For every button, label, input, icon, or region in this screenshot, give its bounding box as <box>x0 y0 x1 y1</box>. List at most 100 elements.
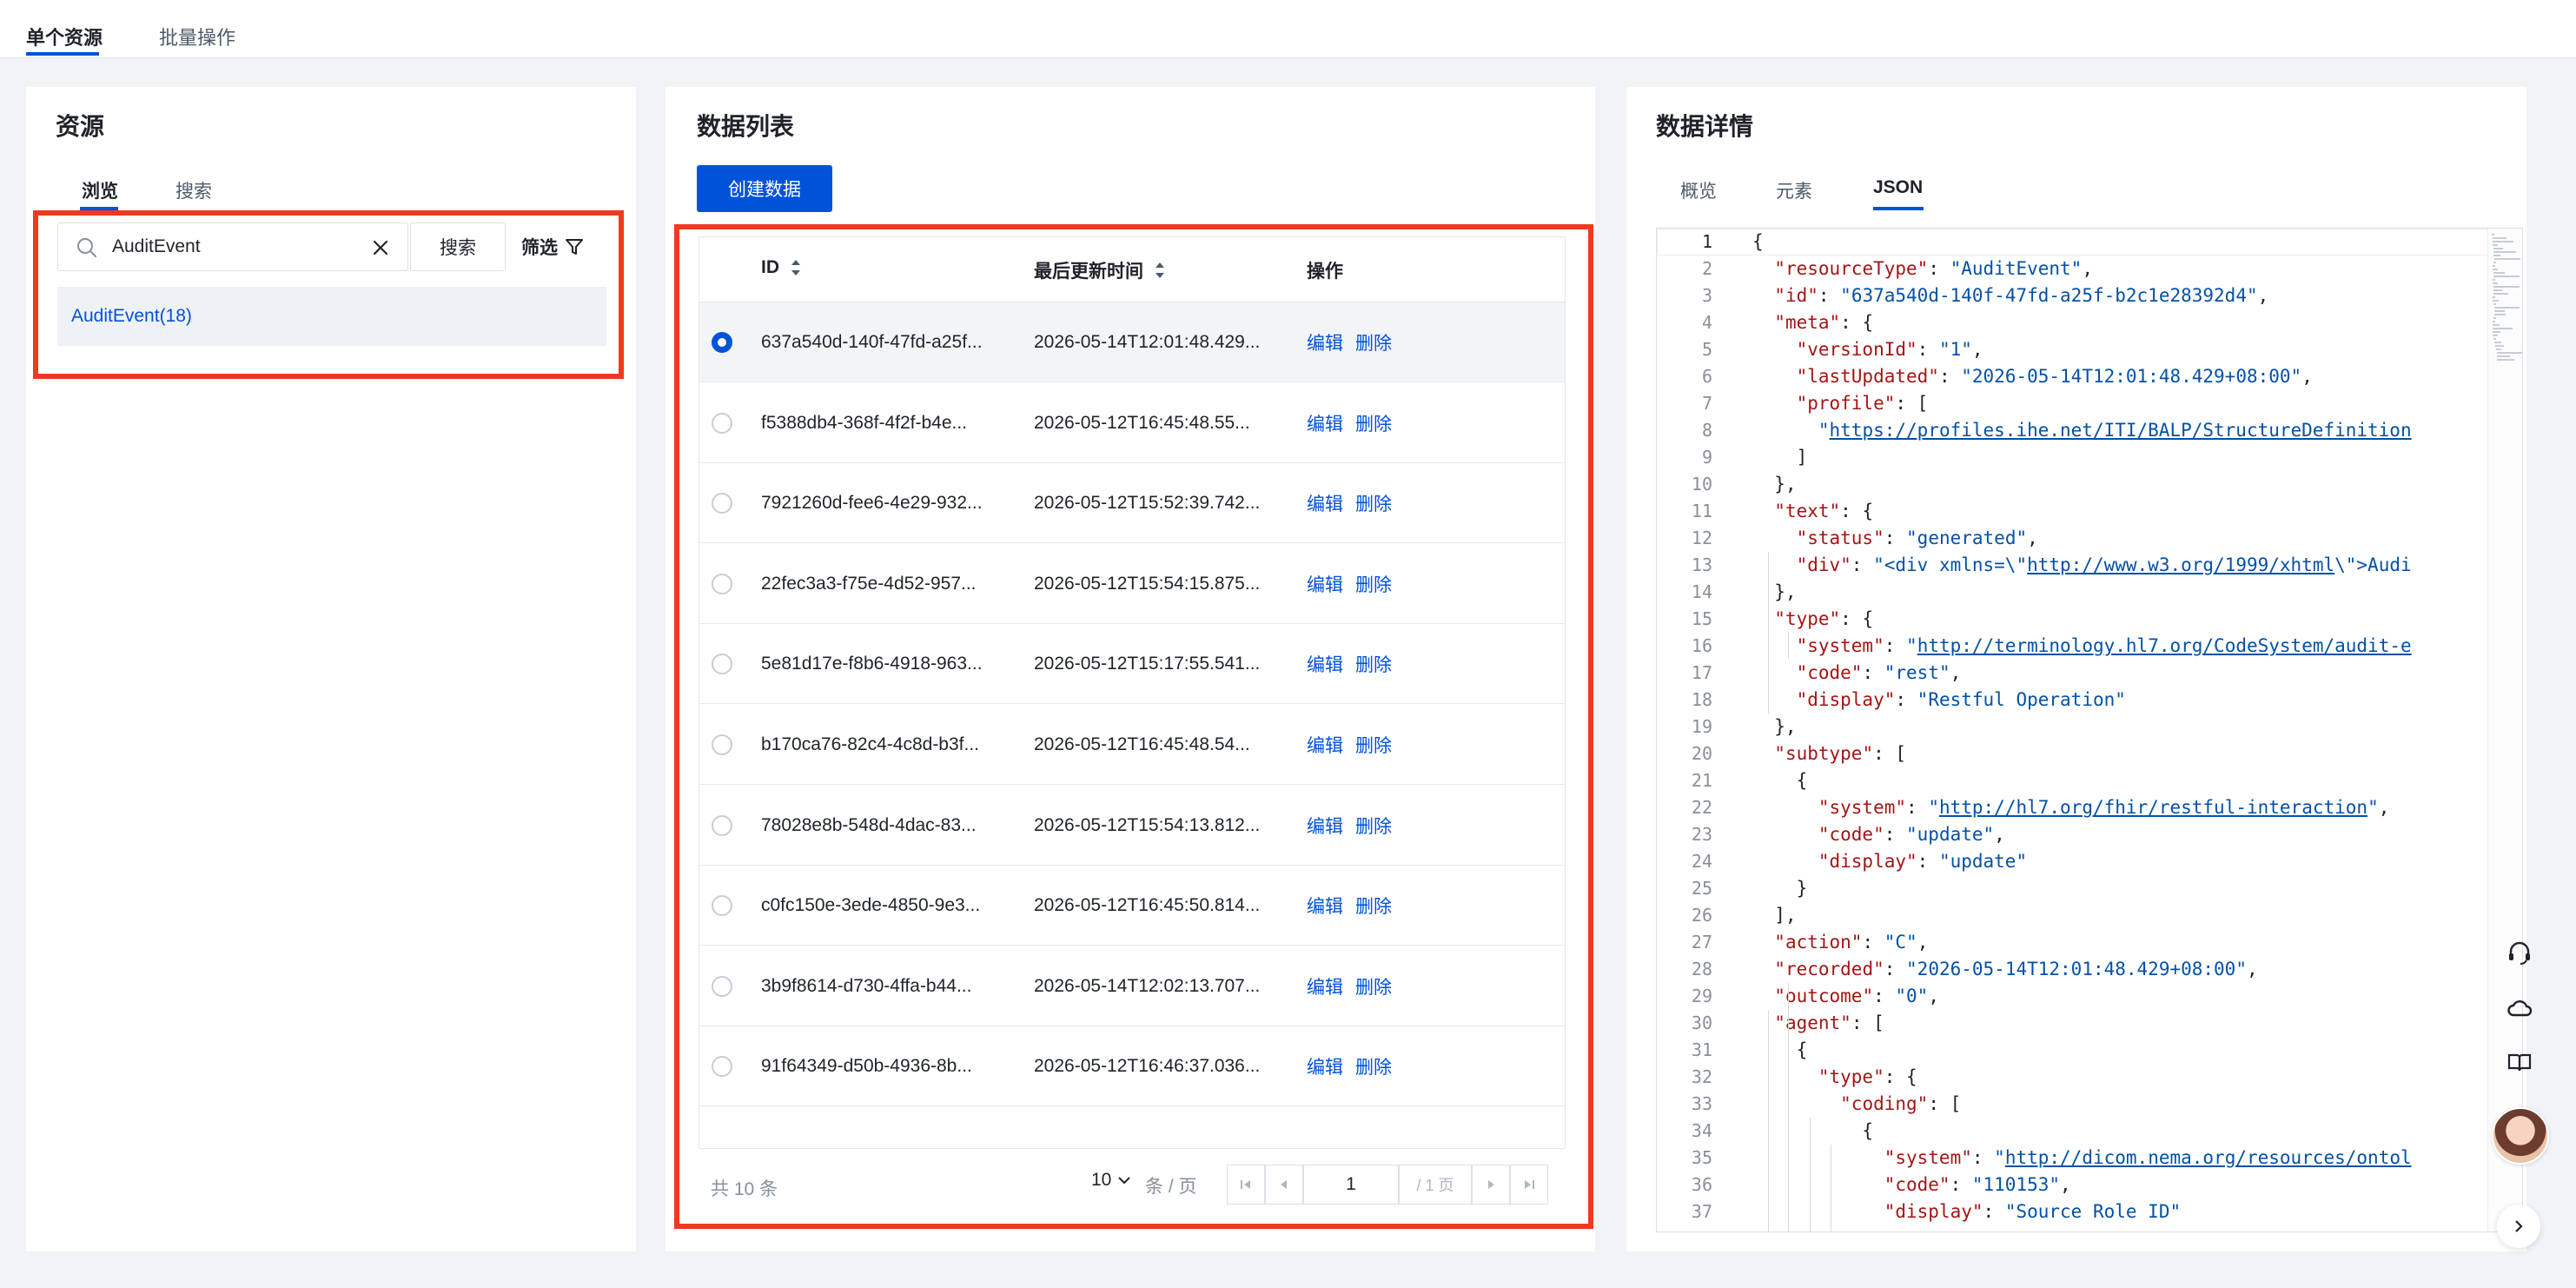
create-data-button[interactable]: 创建数据 <box>697 165 832 212</box>
first-page-button[interactable] <box>1227 1165 1265 1205</box>
column-header-id[interactable]: ID <box>761 257 802 278</box>
row-select-radio[interactable] <box>712 412 732 434</box>
minimap-line <box>2493 282 2498 284</box>
tab-single-resource[interactable]: 单个资源 <box>26 23 103 50</box>
json-line: "profile": [ <box>1796 393 1929 414</box>
delete-link[interactable]: 删除 <box>1355 490 1392 516</box>
delete-link[interactable]: 删除 <box>1355 973 1392 999</box>
minimap-line <box>2494 258 2520 260</box>
table-row[interactable]: 78028e8b-548d-4dac-83... 2026-05-12T15:5… <box>699 786 1565 866</box>
filter-label: 筛选 <box>521 238 558 258</box>
column-header-updated[interactable]: 最后更新时间 <box>1034 257 1166 283</box>
minimap-line <box>2493 338 2496 340</box>
tab-search[interactable]: 搜索 <box>175 177 212 203</box>
collapse-button[interactable] <box>2497 1205 2540 1248</box>
delete-link[interactable]: 删除 <box>1355 410 1392 436</box>
line-number: 6 <box>1701 366 1712 387</box>
table-row[interactable]: 5e81d17e-f8b6-4918-963... 2026-05-12T15:… <box>699 624 1565 705</box>
table-row[interactable]: 91f64349-d50b-4936-8b... 2026-05-12T16:4… <box>699 1026 1565 1107</box>
json-line: "status": "generated", <box>1796 528 2038 548</box>
json-line: } <box>1752 878 1808 899</box>
avatar[interactable] <box>2492 1107 2549 1165</box>
json-line: }, <box>1752 716 1797 737</box>
table-row[interactable]: f5388db4-368f-4f2f-b4e... 2026-05-12T16:… <box>699 383 1565 463</box>
edit-link[interactable]: 编辑 <box>1307 1053 1343 1079</box>
row-select-radio[interactable] <box>712 734 732 755</box>
page-size-select[interactable]: 10 <box>1091 1170 1132 1191</box>
tab-json[interactable]: JSON <box>1873 177 1923 198</box>
delete-link[interactable]: 删除 <box>1355 893 1392 919</box>
table-row[interactable]: c0fc150e-3ede-4850-9e3... 2026-05-12T16:… <box>699 866 1565 946</box>
chevron-down-icon <box>1118 1177 1131 1185</box>
cloud-icon[interactable] <box>2502 991 2537 1026</box>
json-line: "action": "C", <box>1774 932 1929 953</box>
filter-button[interactable]: 筛选 <box>521 222 608 271</box>
headset-icon[interactable] <box>2502 935 2537 970</box>
line-number: 12 <box>1691 528 1712 548</box>
last-page-button[interactable] <box>1510 1165 1548 1205</box>
delete-link[interactable]: 删除 <box>1355 329 1392 355</box>
last-page-icon <box>1525 1180 1534 1189</box>
code-minimap[interactable] <box>2487 229 2522 1232</box>
line-number: 27 <box>1691 932 1712 953</box>
line-number: 19 <box>1691 716 1712 737</box>
tab-batch-operation[interactable]: 批量操作 <box>159 23 235 50</box>
current-page-input[interactable]: 1 <box>1303 1165 1399 1205</box>
row-select-radio[interactable] <box>712 895 732 917</box>
edit-link[interactable]: 编辑 <box>1307 973 1343 999</box>
edit-link[interactable]: 编辑 <box>1307 732 1343 758</box>
row-select-radio[interactable] <box>712 332 732 353</box>
edit-link[interactable]: 编辑 <box>1307 490 1343 516</box>
prev-page-button[interactable] <box>1265 1165 1303 1205</box>
table-row[interactable]: 3b9f8614-d730-4ffa-b44... 2026-05-14T12:… <box>699 946 1565 1026</box>
line-number: 36 <box>1691 1174 1712 1195</box>
tab-overview[interactable]: 概览 <box>1680 177 1717 203</box>
table-row[interactable]: b170ca76-82c4-4c8d-b3f... 2026-05-12T16:… <box>699 705 1565 785</box>
row-updated-time: 2026-05-12T16:45:48.54... <box>1034 734 1250 754</box>
json-line: { <box>1752 1039 1808 1060</box>
json-line: "system": "http://dicom.nema.org/resourc… <box>1884 1147 2412 1168</box>
edit-link[interactable]: 编辑 <box>1307 651 1343 677</box>
table-row[interactable]: 637a540d-140f-47fd-a25f... 2026-05-14T12… <box>699 302 1565 382</box>
row-select-radio[interactable] <box>712 573 732 594</box>
row-select-radio[interactable] <box>712 654 732 675</box>
json-line: ], <box>1752 905 1797 926</box>
json-line: "display": "Restful Operation" <box>1796 689 2126 710</box>
tab-elements[interactable]: 元素 <box>1776 177 1812 203</box>
line-number: 11 <box>1691 501 1712 521</box>
edit-link[interactable]: 编辑 <box>1307 813 1343 839</box>
edit-link[interactable]: 编辑 <box>1307 571 1343 597</box>
row-select-radio[interactable] <box>712 1056 732 1078</box>
line-number: 15 <box>1691 608 1712 629</box>
tab-browse[interactable]: 浏览 <box>82 177 118 203</box>
delete-link[interactable]: 删除 <box>1355 651 1392 677</box>
minimap-line <box>2493 293 2508 295</box>
edit-link[interactable]: 编辑 <box>1307 410 1343 436</box>
delete-link[interactable]: 删除 <box>1355 571 1392 597</box>
row-id: 3b9f8614-d730-4ffa-b44... <box>761 975 972 996</box>
json-line: "display": "Source Role ID" <box>1884 1201 2182 1222</box>
delete-link[interactable]: 删除 <box>1355 813 1392 839</box>
clear-icon[interactable] <box>371 238 390 257</box>
delete-link[interactable]: 删除 <box>1355 732 1392 758</box>
book-icon[interactable] <box>2502 1045 2537 1079</box>
json-editor[interactable]: 1 2 3 4 5 6 7 8 9 10 11 12 13 14 15 16 17 18 19 20 21 22 23 24 2… <box>1656 228 2523 1232</box>
row-select-radio[interactable] <box>712 975 732 997</box>
search-button[interactable]: 搜索 <box>410 222 506 271</box>
edit-link[interactable]: 编辑 <box>1307 329 1343 355</box>
json-line: "versionId": "1", <box>1796 339 1983 360</box>
table-row[interactable]: 22fec3a3-f75e-4d52-957... 2026-05-12T15:… <box>699 544 1565 624</box>
row-select-radio[interactable] <box>712 814 732 836</box>
resource-list-item-auditevent[interactable]: AuditEvent(18) <box>57 287 606 346</box>
json-line: "div": "<div xmlns=\"http://www.w3.org/1… <box>1796 554 2412 575</box>
line-number: 9 <box>1701 447 1712 468</box>
row-id: 5e81d17e-f8b6-4918-963... <box>761 654 983 674</box>
data-list-title: 数据列表 <box>697 113 795 140</box>
row-select-radio[interactable] <box>712 493 732 515</box>
table-row[interactable]: 7921260d-fee6-4e29-932... 2026-05-12T15:… <box>699 463 1565 544</box>
resource-search-input[interactable]: AuditEvent <box>57 222 408 271</box>
next-page-button[interactable] <box>1472 1165 1510 1205</box>
delete-link[interactable]: 删除 <box>1355 1053 1392 1079</box>
edit-link[interactable]: 编辑 <box>1307 893 1343 919</box>
total-pages: / 1 页 <box>1399 1165 1472 1205</box>
